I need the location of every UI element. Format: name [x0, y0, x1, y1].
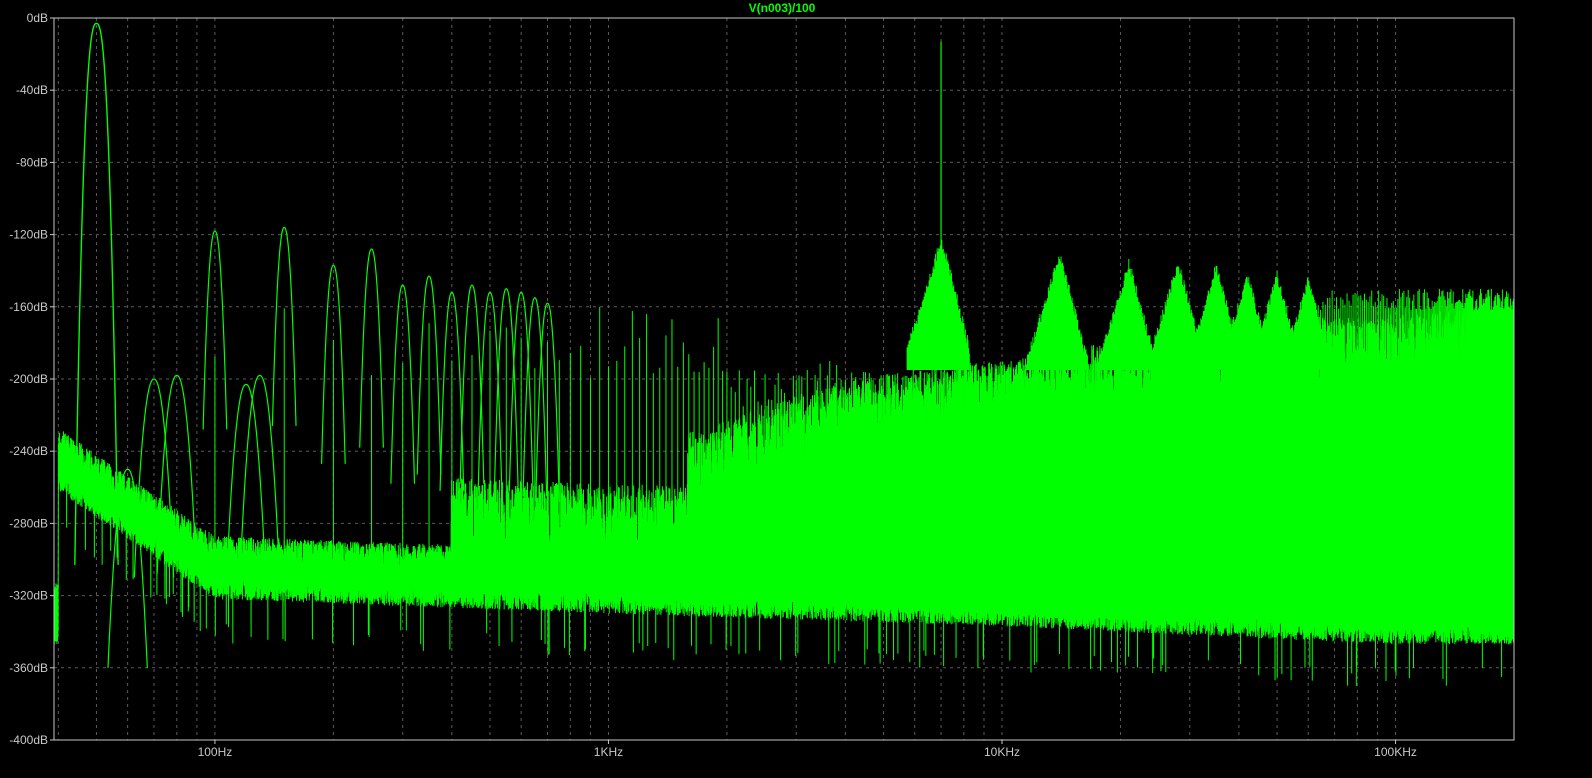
x-tick-label: 1KHz: [594, 745, 623, 759]
trace-title[interactable]: V(n003)/100: [749, 1, 816, 15]
y-tick-label: -360dB: [9, 661, 48, 675]
spectrum-chart: 0dB -40dB -80dB -120dB -160dB -200dB -240dB -28…: [0, 0, 1592, 778]
trace-layer: [53, 22, 1515, 686]
x-tick-label: 100KHz: [1374, 745, 1417, 759]
y-tick-label: -160dB: [9, 300, 48, 314]
fft-plot: 0dB -40dB -80dB -120dB -160dB -200dB -240dB -28…: [9, 1, 1515, 759]
y-tick-label: -80dB: [16, 155, 48, 169]
y-tick-label: -240dB: [9, 444, 48, 458]
y-tick-label: -40dB: [16, 83, 48, 97]
y-tick-label: -280dB: [9, 516, 48, 530]
x-tick-label: 100Hz: [198, 745, 233, 759]
y-tick-label: -400dB: [9, 733, 48, 747]
y-tick-label: -320dB: [9, 589, 48, 603]
y-tick-label: -200dB: [9, 372, 48, 386]
y-tick-label: 0dB: [27, 11, 48, 25]
y-tick-label: -120dB: [9, 228, 48, 242]
x-tick-label: 10KHz: [984, 745, 1020, 759]
